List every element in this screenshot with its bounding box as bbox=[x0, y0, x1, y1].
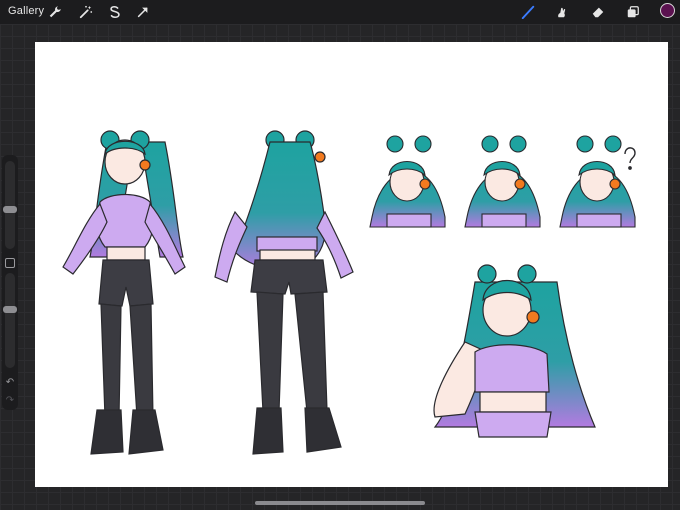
bust-close-up bbox=[433, 264, 596, 438]
expression-annoyed bbox=[464, 135, 541, 228]
layers-icon[interactable] bbox=[624, 3, 642, 21]
expression-neutral bbox=[369, 135, 446, 228]
home-indicator bbox=[255, 501, 425, 505]
modify-button[interactable] bbox=[5, 258, 15, 268]
side-slider-panel: ↶ ↷ bbox=[2, 155, 18, 410]
character-artwork bbox=[62, 130, 636, 455]
undo-icon[interactable]: ↶ bbox=[3, 377, 17, 389]
drawing-canvas[interactable] bbox=[35, 42, 668, 487]
smudge-icon[interactable] bbox=[553, 3, 571, 21]
transform-arrow-icon[interactable] bbox=[134, 3, 152, 21]
expression-surprised bbox=[559, 135, 636, 228]
color-swatch[interactable] bbox=[660, 3, 675, 18]
brush-size-slider[interactable] bbox=[3, 161, 17, 249]
gallery-button[interactable]: Gallery bbox=[8, 5, 44, 17]
opacity-slider[interactable] bbox=[3, 273, 17, 368]
front-view-figure bbox=[62, 130, 186, 455]
eraser-icon[interactable] bbox=[589, 3, 607, 21]
top-toolbar: Gallery bbox=[0, 0, 680, 24]
selection-icon[interactable] bbox=[106, 3, 124, 21]
back-view-figure bbox=[214, 130, 354, 455]
brush-size-thumb[interactable] bbox=[3, 205, 17, 213]
redo-icon[interactable]: ↷ bbox=[3, 395, 17, 407]
brush-icon[interactable] bbox=[519, 3, 537, 21]
wrench-icon[interactable] bbox=[46, 3, 64, 21]
magic-wand-icon[interactable] bbox=[77, 3, 95, 21]
opacity-thumb[interactable] bbox=[3, 306, 17, 314]
